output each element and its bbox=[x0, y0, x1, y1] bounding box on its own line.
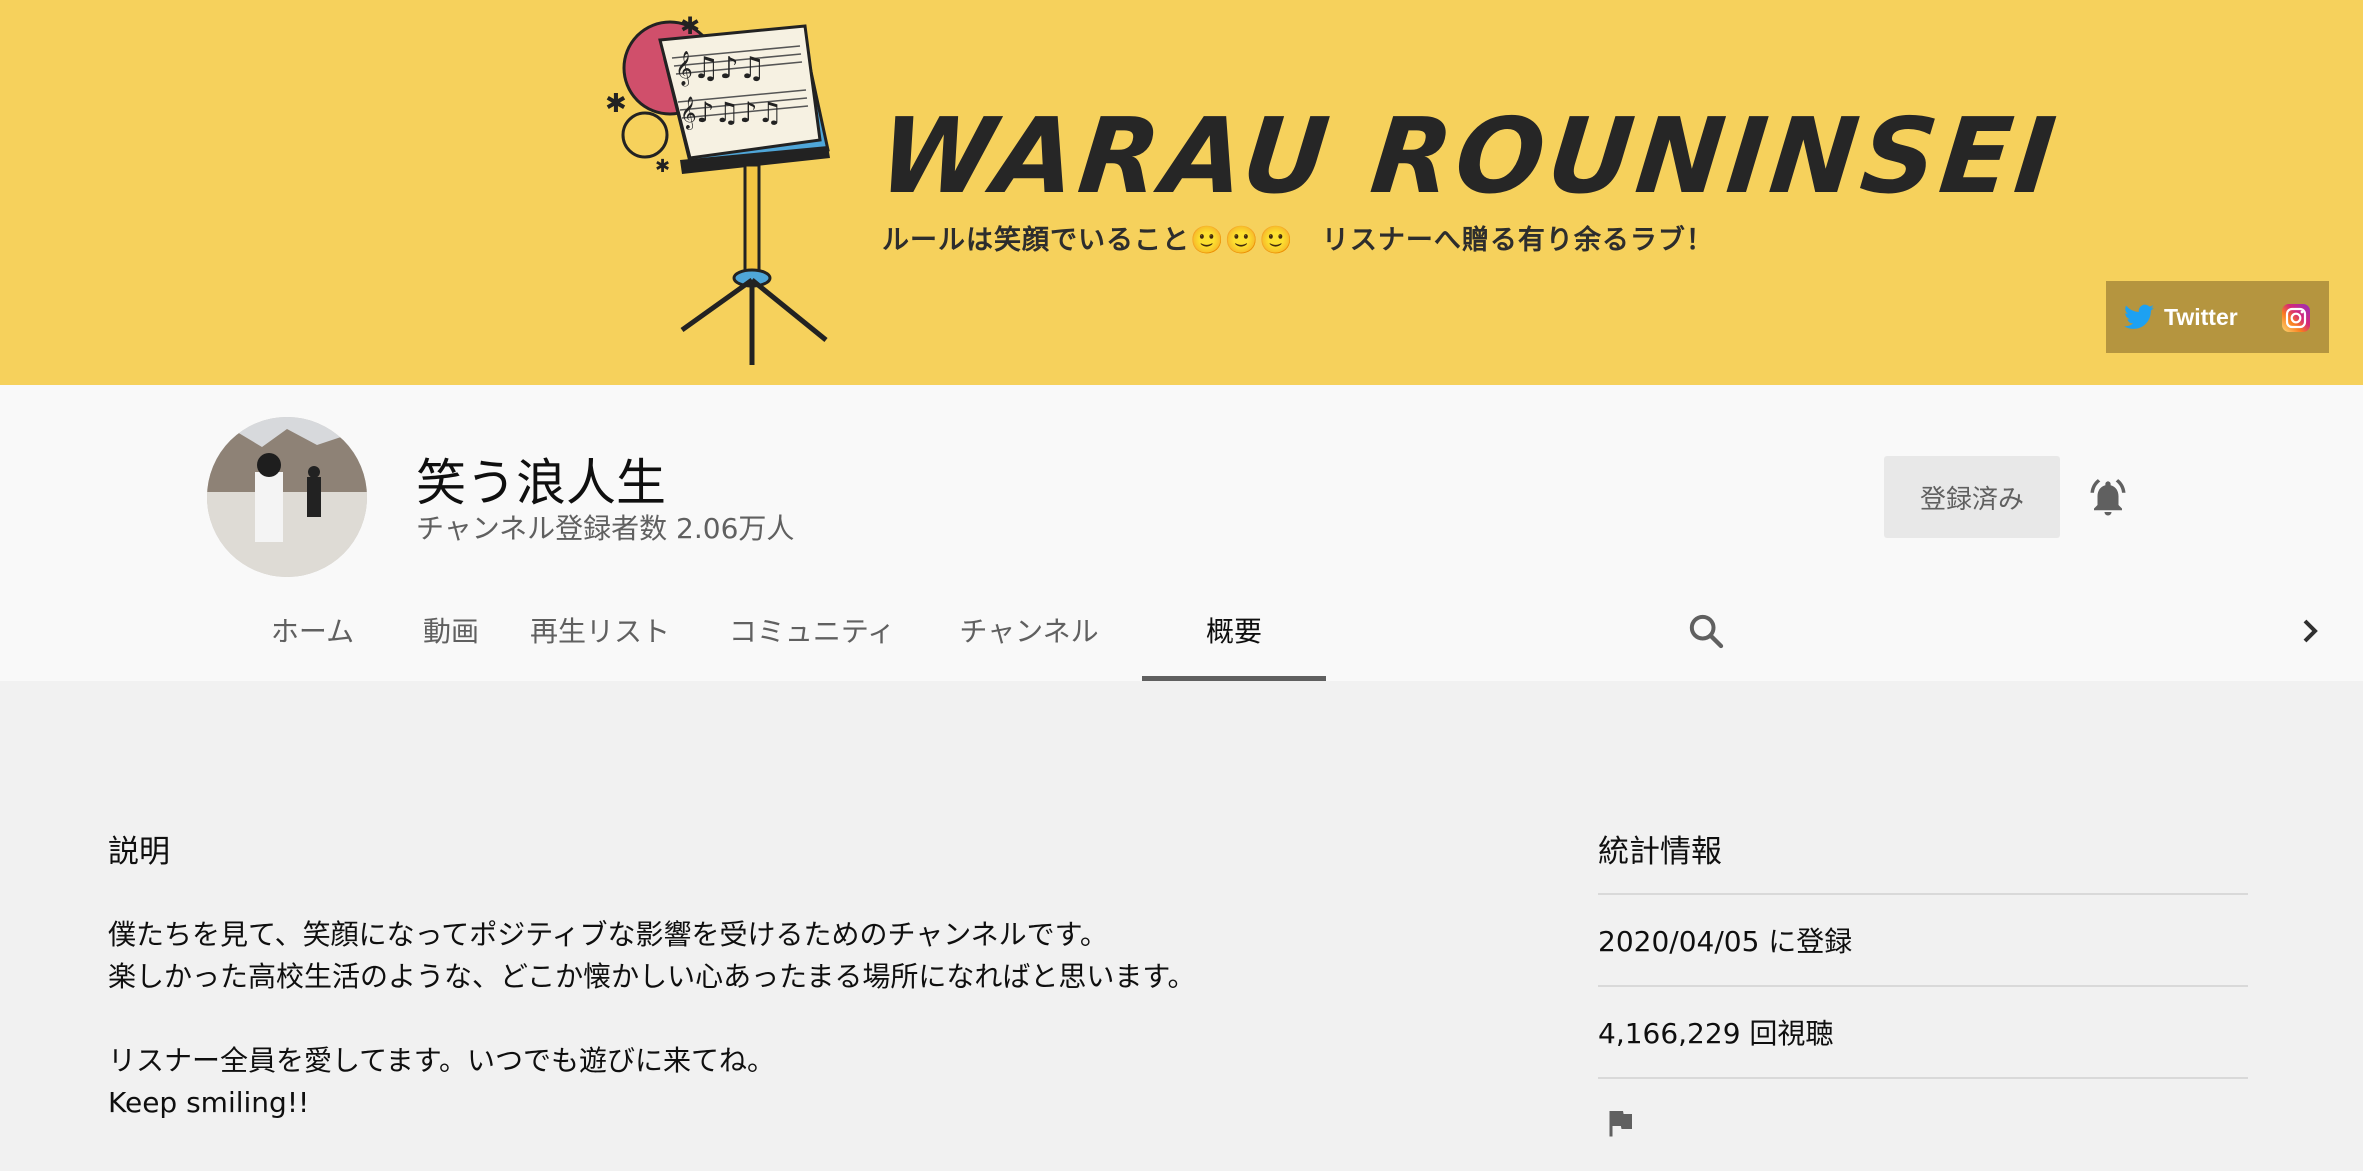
chevron-right-icon[interactable] bbox=[2290, 611, 2330, 651]
tab-channels[interactable]: チャンネル bbox=[931, 579, 1127, 681]
channel-banner: ✱ ✱ ✱ 𝄞♫♪♫ 𝄞♪♫♪♫ WARAU ROUNINSEI ルールは笑顔で… bbox=[0, 0, 2363, 385]
description-line: 僕たちを見て、笑顔になってポジティブな影響を受けるためのチャンネルです。 bbox=[108, 918, 1108, 951]
tab-community[interactable]: コミュニティ bbox=[693, 579, 931, 681]
channel-tabs: ホーム 動画 再生リスト コミュニティ チャンネル 概要 bbox=[230, 579, 1326, 681]
subscriber-count: チャンネル登録者数 2.06万人 bbox=[416, 512, 795, 545]
view-count: 4,166,229 回視聴 bbox=[1598, 985, 2248, 1077]
report-flag-icon[interactable] bbox=[1602, 1103, 1638, 1143]
twitter-link[interactable]: Twitter bbox=[2124, 304, 2238, 331]
banner-title: WARAU ROUNINSEI bbox=[873, 95, 2065, 217]
tab-home[interactable]: ホーム bbox=[230, 579, 395, 681]
subscribed-button[interactable]: 登録済み bbox=[1884, 456, 2060, 538]
tab-playlists[interactable]: 再生リスト bbox=[507, 579, 693, 681]
twitter-label: Twitter bbox=[2164, 303, 2238, 330]
stats-heading: 統計情報 bbox=[1598, 834, 1722, 870]
social-links-bar: Twitter bbox=[2106, 281, 2329, 353]
twitter-bird-icon bbox=[2124, 304, 2154, 329]
tab-videos[interactable]: 動画 bbox=[395, 579, 507, 681]
banner-subtitle: ルールは笑顔でいること🙂🙂🙂 リスナーへ贈る有り余るラブ！ bbox=[882, 225, 1714, 256]
channel-description: 僕たちを見て、笑顔になってポジティブな影響を受けるためのチャンネルです。 楽しか… bbox=[108, 914, 1196, 1124]
notification-bell-icon[interactable] bbox=[2087, 477, 2129, 519]
channel-header: 笑う浪人生 チャンネル登録者数 2.06万人 登録済み ホーム 動画 再生リスト… bbox=[0, 385, 2363, 681]
report-row bbox=[1598, 1077, 2248, 1157]
svg-text:✱: ✱ bbox=[605, 89, 627, 119]
avatar-photo bbox=[207, 417, 367, 577]
svg-text:𝄞♪♫♪♫: 𝄞♪♫♪♫ bbox=[680, 96, 783, 130]
channel-name: 笑う浪人生 bbox=[416, 454, 666, 512]
description-line: リスナー全員を愛してます。いつでも遊びに来てね。 bbox=[108, 1044, 775, 1077]
tab-about[interactable]: 概要 bbox=[1142, 579, 1326, 681]
stats-panel: 統計情報 2020/04/05 に登録 4,166,229 回視聴 bbox=[1598, 826, 2248, 1157]
channel-avatar[interactable] bbox=[207, 417, 367, 577]
svg-text:𝄞♫♪♫: 𝄞♫♪♫ bbox=[675, 51, 766, 87]
instagram-icon[interactable] bbox=[2281, 303, 2311, 333]
description-line: 楽しかった高校生活のような、どこか懐かしい心あったまる場所になればと思います。 bbox=[108, 960, 1196, 993]
description-heading: 説明 bbox=[108, 834, 170, 870]
description-line: Keep smiling!! bbox=[108, 1086, 310, 1119]
description-line-blank bbox=[108, 998, 1196, 1040]
svg-text:✱: ✱ bbox=[655, 156, 670, 177]
search-icon[interactable] bbox=[1686, 611, 1726, 651]
joined-date: 2020/04/05 に登録 bbox=[1598, 893, 2248, 985]
